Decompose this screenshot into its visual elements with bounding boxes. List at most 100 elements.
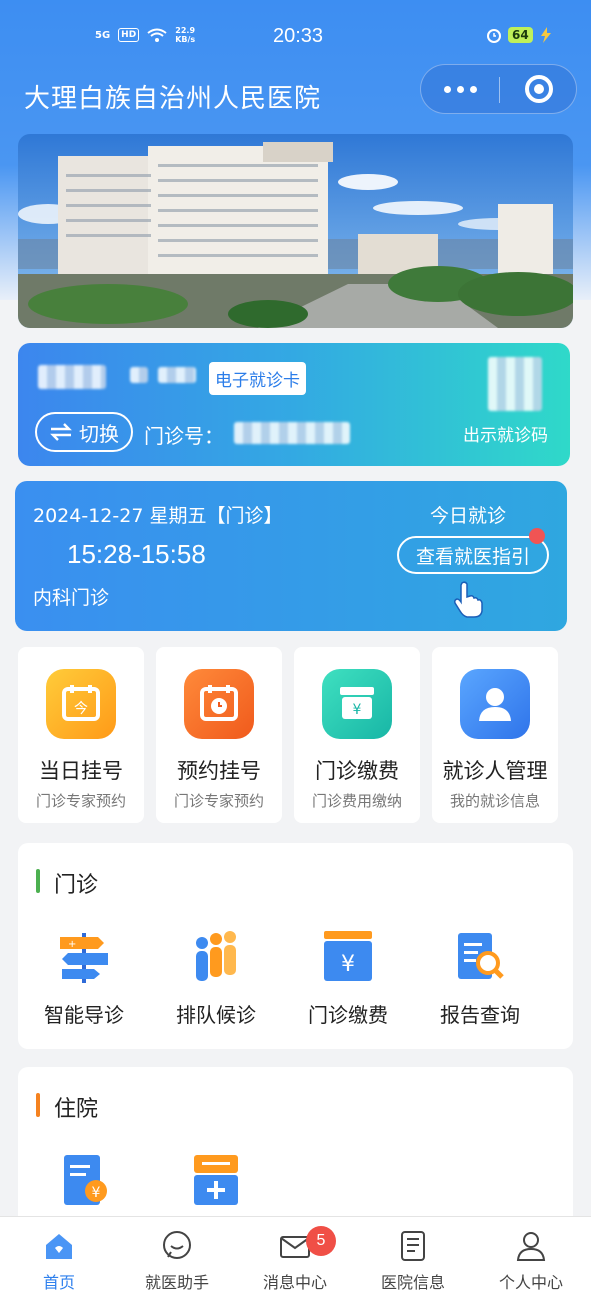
ecard-badge: 电子就诊卡: [209, 362, 306, 395]
tab-label: 就医助手: [144, 1273, 209, 1292]
bottom-tab-bar: 首页 就医助手 消息中心 医院信息 个人中心: [0, 1216, 591, 1299]
switch-label: 切换: [79, 421, 119, 446]
same-day-register-button[interactable]: 今 当日挂号 门诊专家预约: [18, 647, 144, 823]
section-accent-bar: [36, 1093, 40, 1117]
signal-indicator: 5G: [95, 29, 111, 41]
tab-home[interactable]: 首页: [0, 1217, 118, 1299]
outpatient-section: 门诊 + 智能导诊 排队候诊 ¥ 门诊缴费 报告查询: [18, 843, 573, 1049]
tab-message-center[interactable]: 消息中心: [236, 1217, 354, 1299]
show-qr-code[interactable]: 出示就诊码: [463, 421, 548, 446]
home-icon: [46, 1234, 72, 1259]
person-icon: [516, 1232, 546, 1261]
svg-text:¥: ¥: [341, 952, 355, 977]
switch-patient-button[interactable]: 切换: [35, 412, 133, 452]
inpatient-section: 住院 ¥: [18, 1067, 573, 1237]
tab-label: 消息中心: [262, 1273, 327, 1292]
status-left: 5G HD 22.9 KB/s: [95, 26, 195, 44]
report-query-button[interactable]: 报告查询: [414, 929, 546, 1028]
quick-action-subtitle: 我的就诊信息: [449, 792, 540, 810]
appointment-register-button[interactable]: 预约挂号 门诊专家预约: [156, 647, 282, 823]
service-label: 报告查询: [440, 1003, 520, 1027]
payment-box-icon: ¥: [322, 669, 392, 739]
outpatient-fee-button[interactable]: ¥ 门诊缴费: [282, 929, 414, 1028]
appointment-date: 2024-12-27 星期五【门诊】: [33, 505, 283, 527]
tab-personal-center[interactable]: 个人中心: [472, 1217, 590, 1299]
miniprogram-capsule: [420, 64, 577, 114]
visit-number-label: 门诊号：: [144, 424, 224, 448]
message-count-badge: 5: [306, 1226, 336, 1256]
svg-text:+: +: [68, 939, 76, 950]
masked-patient-name: [38, 365, 106, 389]
swap-icon: [50, 423, 72, 441]
status-right: 64: [486, 27, 553, 43]
quick-action-subtitle: 门诊专家预约: [35, 792, 126, 810]
masked-visit-number: [234, 422, 350, 444]
service-label: 智能导诊: [44, 1003, 124, 1027]
service-label: 门诊缴费: [308, 1003, 388, 1027]
more-dot-icon: [456, 85, 464, 93]
chat-icon: [163, 1231, 191, 1259]
status-bar: 5G HD 22.9 KB/s 20:33 64: [0, 22, 591, 54]
view-guide-button[interactable]: 查看就医指引: [397, 536, 549, 574]
tab-label: 医院信息: [380, 1273, 445, 1292]
smart-triage-button[interactable]: + 智能导诊: [18, 929, 150, 1028]
quick-actions: 今 当日挂号 门诊专家预约 预约挂号 门诊专家预约 ¥ 门诊缴费 门诊费用缴纳 …: [18, 647, 558, 823]
more-button[interactable]: [421, 65, 499, 113]
quick-action-subtitle: 门诊专家预约: [173, 792, 264, 810]
more-dot-icon: [443, 85, 451, 93]
patient-card[interactable]: 电子就诊卡 切换 门诊号： 出示就诊码: [18, 343, 570, 466]
masked-qr-code[interactable]: [488, 357, 542, 411]
masked-patient-name: [158, 367, 196, 383]
document-icon: [401, 1231, 425, 1261]
hd-indicator: HD: [118, 28, 140, 42]
user-icon: [460, 669, 530, 739]
svg-text:今: 今: [74, 701, 88, 717]
queue-people-icon: [186, 929, 246, 985]
patient-management-button[interactable]: 就诊人管理 我的就诊信息: [432, 647, 558, 823]
hospital-photo: [18, 134, 573, 328]
tab-hospital-info[interactable]: 医院信息: [354, 1217, 472, 1299]
masked-patient-name: [130, 367, 148, 383]
payment-yen-icon: ¥: [318, 929, 378, 985]
service-label: 排队候诊: [176, 1003, 256, 1027]
quick-action-label: 预约挂号: [177, 759, 261, 783]
tab-label: 个人中心: [498, 1273, 563, 1292]
section-title: 住院: [54, 1097, 99, 1122]
alarm-icon: [487, 29, 501, 43]
quick-action-label: 就诊人管理: [442, 759, 548, 783]
report-search-icon: [450, 929, 510, 985]
tab-label: 首页: [42, 1273, 75, 1292]
quick-action-label: 当日挂号: [39, 759, 123, 783]
notification-dot: [529, 528, 545, 544]
network-speed: 22.9 KB/s: [175, 26, 195, 44]
appointment-department: 内科门诊: [33, 587, 110, 609]
today-visit-label: 今日就诊: [430, 505, 507, 527]
hospital-banner: [18, 134, 573, 328]
section-accent-bar: [36, 869, 40, 893]
calendar-today-icon: 今: [46, 669, 116, 739]
inpatient-admission-button[interactable]: [150, 1153, 282, 1209]
clock: 20:33: [273, 25, 324, 47]
appointment-time: 15:28-15:58: [67, 539, 206, 569]
close-miniprogram-icon[interactable]: [525, 75, 553, 103]
outpatient-payment-button[interactable]: ¥ 门诊缴费 门诊费用缴纳: [294, 647, 420, 823]
pointer-hand-icon: [454, 581, 483, 618]
queue-waiting-button[interactable]: 排队候诊: [150, 929, 282, 1028]
inpatient-payment-button[interactable]: ¥: [18, 1153, 150, 1209]
tab-medical-assistant[interactable]: 就医助手: [118, 1217, 236, 1299]
wifi-icon: [147, 28, 167, 42]
app-title: 大理白族自治州人民医院: [24, 84, 322, 114]
capsule-divider: [499, 77, 500, 103]
quick-action-label: 门诊缴费: [315, 759, 399, 783]
speed-unit: KB/s: [175, 35, 196, 44]
quick-action-subtitle: 门诊费用缴纳: [311, 792, 402, 810]
charging-icon: [540, 27, 551, 43]
appointment-card[interactable]: 2024-12-27 星期五【门诊】 今日就诊 15:28-15:58 查看就医…: [15, 481, 567, 631]
inpatient-bill-icon: ¥: [54, 1153, 114, 1209]
calendar-clock-icon: [184, 669, 254, 739]
section-title: 门诊: [54, 873, 99, 898]
signpost-icon: +: [54, 929, 114, 985]
svg-text:¥: ¥: [92, 1185, 101, 1201]
speed-value: 22.9: [175, 26, 196, 35]
svg-text:¥: ¥: [353, 702, 362, 718]
